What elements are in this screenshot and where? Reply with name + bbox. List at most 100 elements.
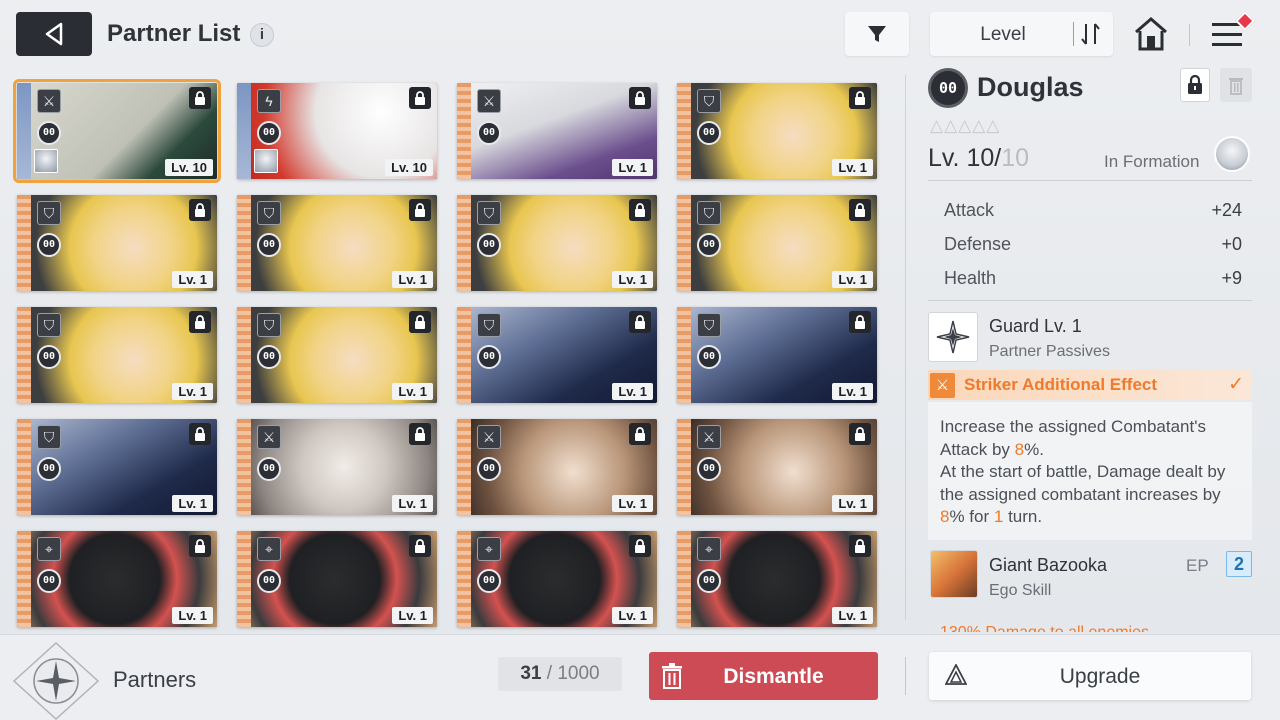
lock-icon[interactable] xyxy=(409,199,431,221)
effect-text: At the start of battle, Damage dealt by … xyxy=(940,462,1226,504)
sort-order-icon[interactable] xyxy=(1080,22,1102,46)
partner-card[interactable]: ⚔ 00 Lv. 1 xyxy=(457,419,657,515)
partner-card[interactable]: ⛉ 00 Lv. 1 xyxy=(457,195,657,291)
filter-icon xyxy=(868,26,886,42)
stat-value: +24 xyxy=(1211,200,1242,220)
effect-description: Increase the assigned Combatant's Attack… xyxy=(928,402,1252,540)
passive-name: Guard Lv. 1 xyxy=(989,316,1082,336)
formation-avatar[interactable] xyxy=(1214,136,1250,172)
partner-rank-badge: 00 xyxy=(928,68,968,108)
stat-attack: Attack +24 xyxy=(944,200,1242,221)
rarity-stripe xyxy=(17,307,31,403)
lock-icon[interactable] xyxy=(189,423,211,445)
trash-button[interactable] xyxy=(1220,68,1252,102)
partner-level: Lv. 1 xyxy=(612,159,653,176)
partner-level: Lv. 10 xyxy=(385,159,433,176)
sort-dropdown[interactable]: Level xyxy=(930,12,1113,56)
partner-level: Lv. 1 xyxy=(612,495,653,512)
partner-card[interactable]: ⛉ 00 Lv. 1 xyxy=(677,195,877,291)
lock-icon[interactable] xyxy=(409,311,431,333)
partner-card[interactable]: ⚔ 00 Lv. 1 xyxy=(457,83,657,179)
sort-label: Level xyxy=(980,24,1026,45)
partner-level: Lv. 1 xyxy=(612,383,653,400)
lock-icon[interactable] xyxy=(849,87,871,109)
upgrade-label: Upgrade xyxy=(1059,665,1141,688)
rarity-stripe xyxy=(237,83,251,179)
filter-button[interactable] xyxy=(845,12,909,56)
count-max: 1000 xyxy=(557,663,600,684)
lock-icon[interactable] xyxy=(409,535,431,557)
shield-icon: ⛉ xyxy=(697,201,721,225)
partner-card[interactable]: ⛉ 00 Lv. 1 xyxy=(677,307,877,403)
partner-rank-badge: 00 xyxy=(257,345,281,369)
back-button[interactable] xyxy=(16,12,92,56)
lock-icon[interactable] xyxy=(629,423,651,445)
lock-icon[interactable] xyxy=(189,535,211,557)
lock-icon[interactable] xyxy=(189,199,211,221)
partner-level: Lv. 1 xyxy=(392,495,433,512)
shield-icon: ⛉ xyxy=(37,425,61,449)
page-title: Partner List xyxy=(107,20,241,47)
rarity-stripe xyxy=(457,195,471,291)
shield-icon: ⛉ xyxy=(37,313,61,337)
shield-icon: ⛉ xyxy=(257,313,281,337)
rarity-stripe xyxy=(457,531,471,627)
partner-card[interactable]: ⌖ 00 Lv. 1 xyxy=(677,531,877,627)
partner-rank-badge: 00 xyxy=(37,457,61,481)
dismantle-button[interactable]: Dismantle xyxy=(649,652,878,700)
bazooka-skill-icon[interactable] xyxy=(930,550,978,598)
check-icon: ✓ xyxy=(1228,374,1244,395)
target-icon: ⌖ xyxy=(37,537,61,561)
count-current: 31 xyxy=(520,663,542,684)
lock-icon[interactable] xyxy=(849,423,871,445)
lock-icon[interactable] xyxy=(849,199,871,221)
partner-card[interactable]: ⛉ 00 Lv. 1 xyxy=(17,307,217,403)
partner-card[interactable]: ⚔ 00 Lv. 1 xyxy=(237,419,437,515)
partner-card[interactable]: ⌖ 00 Lv. 1 xyxy=(457,531,657,627)
lock-icon[interactable] xyxy=(849,535,871,557)
shield-icon: ⛉ xyxy=(697,313,721,337)
bottom-bar: Partners 31 / 1000 Dismantle Upgrade xyxy=(0,634,1280,720)
info-icon[interactable]: i xyxy=(250,23,274,47)
rarity-stripe xyxy=(17,419,31,515)
stat-value: +0 xyxy=(1221,234,1242,254)
partner-level: Lv. 1 xyxy=(172,607,213,624)
partner-card[interactable]: ⛉ 00 Lv. 1 xyxy=(677,83,877,179)
lock-icon[interactable] xyxy=(189,311,211,333)
rarity-stripe xyxy=(17,531,31,627)
partner-card[interactable]: ⛉ 00 Lv. 1 xyxy=(17,195,217,291)
partner-card[interactable]: ⛉ 00 Lv. 1 xyxy=(237,195,437,291)
partners-emblem-icon xyxy=(12,641,100,720)
partner-rank-badge: 00 xyxy=(697,121,721,145)
partner-card[interactable]: ⛉ 00 Lv. 1 xyxy=(237,307,437,403)
partner-level: Lv. 1 xyxy=(172,271,213,288)
partner-card[interactable]: ⌖ 00 Lv. 1 xyxy=(237,531,437,627)
partner-card[interactable]: ⚔ 00 Lv. 10 xyxy=(13,79,221,183)
home-icon[interactable] xyxy=(1133,16,1169,52)
lock-icon[interactable] xyxy=(629,199,651,221)
lock-icon[interactable] xyxy=(189,87,211,109)
lock-toggle[interactable] xyxy=(1180,68,1210,102)
lock-icon[interactable] xyxy=(409,87,431,109)
target-icon: ⌖ xyxy=(697,537,721,561)
partner-card[interactable]: ⌖ 00 Lv. 1 xyxy=(17,531,217,627)
effect-text: %. xyxy=(1024,439,1044,459)
striker-icon: ⚔ xyxy=(257,425,281,449)
guard-skill-icon[interactable] xyxy=(928,312,978,362)
partner-card[interactable]: ϟ 00 Lv. 10 xyxy=(237,83,437,179)
partner-rank-badge: 00 xyxy=(257,233,281,257)
lock-icon[interactable] xyxy=(409,423,431,445)
partner-card[interactable]: ⛉ 00 Lv. 1 xyxy=(17,419,217,515)
lightning-icon: ϟ xyxy=(257,89,281,113)
upgrade-button[interactable]: Upgrade xyxy=(929,652,1251,700)
lock-icon[interactable] xyxy=(629,535,651,557)
effect-header[interactable]: ⚔ Striker Additional Effect ✓ xyxy=(928,370,1252,400)
lock-icon[interactable] xyxy=(629,87,651,109)
lock-icon[interactable] xyxy=(629,311,651,333)
partner-card[interactable]: ⚔ 00 Lv. 1 xyxy=(677,419,877,515)
partner-rank-badge: 00 xyxy=(697,569,721,593)
partner-level: Lv. 1 xyxy=(172,495,213,512)
partner-card[interactable]: ⛉ 00 Lv. 1 xyxy=(457,307,657,403)
lock-icon[interactable] xyxy=(849,311,871,333)
effect-value: 1 xyxy=(993,507,1004,526)
